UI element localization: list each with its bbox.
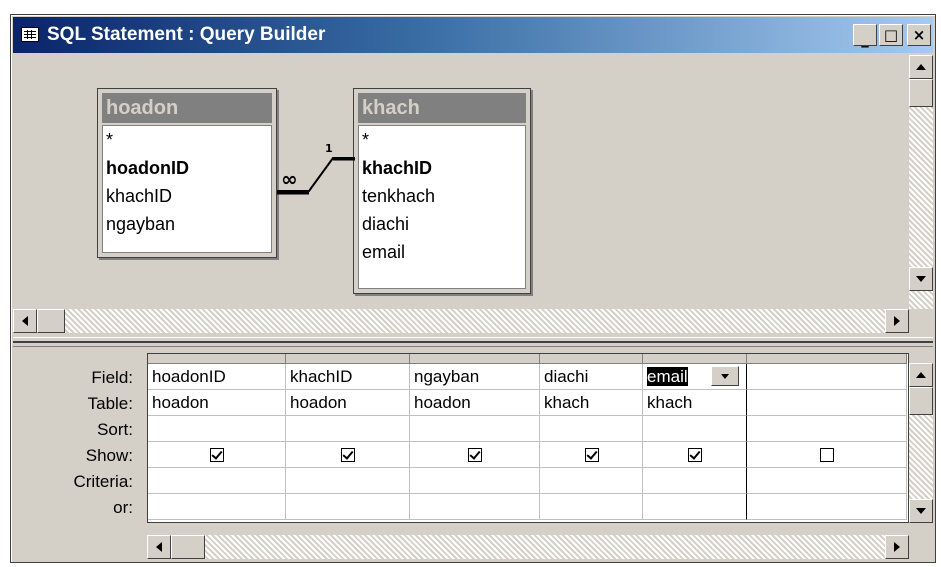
arrow-right-icon: [894, 542, 900, 552]
grid-cell-or[interactable]: [643, 494, 747, 520]
grid-cell-show[interactable]: [148, 442, 286, 468]
grid-vertical-scrollbar[interactable]: [909, 363, 933, 523]
grid-cell-table[interactable]: hoadon: [286, 390, 410, 416]
grid-cell-show[interactable]: [643, 442, 747, 468]
scroll-left-button[interactable]: [13, 309, 37, 333]
grid-cell-criteria[interactable]: [148, 468, 286, 494]
grid-cell-show[interactable]: [410, 442, 540, 468]
minimize-button[interactable]: _: [853, 24, 877, 46]
grid-cell-show[interactable]: [286, 442, 410, 468]
grid-cell-criteria[interactable]: [286, 468, 410, 494]
grid-cell-sort[interactable]: [410, 416, 540, 442]
many-label: ∞: [281, 167, 298, 191]
diagram-pane: hoadon * hoadonID khachID ngayban khach …: [13, 55, 933, 337]
grid-pane: Field: Table: Sort: Show: Criteria: or: …: [13, 349, 933, 562]
show-checkbox[interactable]: [468, 448, 482, 462]
column-selector[interactable]: [148, 354, 286, 364]
field-dropdown-button[interactable]: [711, 366, 739, 386]
grid-cell-or[interactable]: [286, 494, 410, 520]
scroll-right-button[interactable]: [885, 309, 909, 333]
grid-cell-sort[interactable]: [747, 416, 907, 442]
scroll-down-button[interactable]: [909, 267, 933, 291]
row-label-show: Show:: [85, 446, 133, 465]
column-selector[interactable]: [286, 354, 410, 364]
scroll-thumb[interactable]: [37, 309, 65, 333]
scroll-thumb[interactable]: [171, 535, 205, 559]
grid-cell-table[interactable]: [747, 390, 907, 416]
close-icon: ×: [912, 25, 926, 44]
grid-cell-criteria[interactable]: [540, 468, 643, 494]
scroll-left-button[interactable]: [147, 535, 171, 559]
grid-cell-or[interactable]: [540, 494, 643, 520]
grid-cell-sort[interactable]: [286, 416, 410, 442]
join-line[interactable]: ∞ 1: [13, 55, 909, 309]
arrow-left-icon: [22, 316, 28, 326]
grid-cell-field[interactable]: diachi: [540, 364, 643, 390]
diagram-vertical-scrollbar[interactable]: [909, 55, 933, 309]
window-title: SQL Statement : Query Builder: [47, 24, 326, 45]
grid-cell-criteria[interactable]: [643, 468, 747, 494]
scroll-up-button[interactable]: [909, 363, 933, 387]
grid-cell-table[interactable]: hoadon: [148, 390, 286, 416]
row-label-sort: Sort:: [97, 420, 133, 439]
scroll-thumb[interactable]: [909, 387, 933, 415]
grid-horizontal-scrollbar[interactable]: [147, 535, 909, 559]
grid-cell-or[interactable]: [410, 494, 540, 520]
grid-cell-field[interactable]: ngayban: [410, 364, 540, 390]
column-selector[interactable]: [747, 354, 907, 364]
grid-cell-or[interactable]: [747, 494, 907, 520]
grid-cell-criteria[interactable]: [410, 468, 540, 494]
query-grid-icon[interactable]: [21, 27, 39, 42]
grid-cell-field[interactable]: hoadonID: [148, 364, 286, 390]
grid-cell-show[interactable]: [540, 442, 643, 468]
grid-cell-show[interactable]: [747, 442, 907, 468]
minimize-icon: _: [861, 29, 869, 48]
grid-cell-field[interactable]: khachID: [286, 364, 410, 390]
column-selector[interactable]: [410, 354, 540, 364]
grid-cell-field[interactable]: [747, 364, 907, 390]
maximize-button[interactable]: □: [879, 24, 903, 46]
scroll-thumb[interactable]: [909, 79, 933, 107]
grid-cell-criteria[interactable]: [747, 468, 907, 494]
grid-cell-sort[interactable]: [540, 416, 643, 442]
show-checkbox[interactable]: [688, 448, 702, 462]
arrow-up-icon: [916, 64, 926, 70]
pane-splitter[interactable]: [13, 337, 933, 347]
arrow-up-icon: [916, 372, 926, 378]
grid-cell-or[interactable]: [148, 494, 286, 520]
grid-cell-sort[interactable]: [643, 416, 747, 442]
arrow-left-icon: [156, 542, 162, 552]
scroll-right-button[interactable]: [885, 535, 909, 559]
show-checkbox[interactable]: [210, 448, 224, 462]
arrow-down-icon: [916, 508, 926, 514]
one-label: 1: [325, 142, 333, 155]
scroll-down-button[interactable]: [909, 499, 933, 523]
scroll-up-button[interactable]: [909, 55, 933, 79]
title-bar[interactable]: SQL Statement : Query Builder _ □ ×: [13, 17, 933, 53]
column-selector[interactable]: [540, 354, 643, 364]
maximize-icon: □: [883, 25, 899, 44]
grid-cell-table[interactable]: khach: [643, 390, 747, 416]
chevron-down-icon: [721, 373, 729, 379]
query-grid[interactable]: hoadonID hoadon khachID hoadon ngayban hoadon…: [147, 353, 909, 523]
close-button[interactable]: ×: [907, 24, 931, 46]
diagram-horizontal-scrollbar[interactable]: [13, 309, 909, 333]
row-label-field: Field:: [91, 368, 133, 387]
row-label-criteria: Criteria:: [73, 472, 133, 491]
arrow-right-icon: [894, 316, 900, 326]
grid-cell-table[interactable]: khach: [540, 390, 643, 416]
row-label-or: or:: [113, 498, 133, 517]
grid-cell-field[interactable]: email: [643, 364, 747, 390]
show-checkbox[interactable]: [341, 448, 355, 462]
column-selector[interactable]: [643, 354, 747, 364]
show-checkbox[interactable]: [820, 448, 834, 462]
show-checkbox[interactable]: [585, 448, 599, 462]
row-label-table: Table:: [87, 394, 133, 413]
arrow-down-icon: [916, 276, 926, 282]
query-builder-window: SQL Statement : Query Builder _ □ × hoad…: [10, 14, 936, 563]
field-combo-text[interactable]: email: [647, 367, 688, 386]
grid-cell-sort[interactable]: [148, 416, 286, 442]
diagram-canvas[interactable]: hoadon * hoadonID khachID ngayban khach …: [13, 55, 909, 309]
grid-cell-table[interactable]: hoadon: [410, 390, 540, 416]
